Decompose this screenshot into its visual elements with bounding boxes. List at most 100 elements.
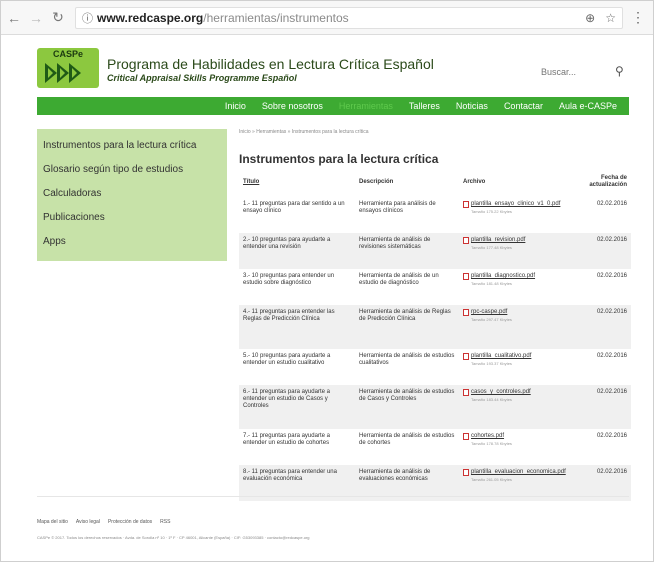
row-title: 2.- 10 preguntas para ayudarte a entende… xyxy=(243,237,331,250)
table-row: 1.- 11 preguntas para dar sentido a un e… xyxy=(239,197,631,233)
file-link[interactable]: plantilla_ensayo_clinico_v1_0.pdf xyxy=(471,201,560,208)
table-row: 4.- 11 preguntas para entender las Regla… xyxy=(239,305,631,349)
zoom-icon[interactable]: ⊕ xyxy=(585,11,595,25)
pdf-icon xyxy=(463,273,469,280)
footer-link-aviso-legal[interactable]: Aviso legal xyxy=(76,519,100,525)
row-date: 02.02.2016 xyxy=(596,433,627,439)
row-title: 1.- 11 preguntas para dar sentido a un e… xyxy=(243,201,345,214)
nav-item-talleres[interactable]: Talleres xyxy=(401,101,448,111)
file-size: Tamaño 178.78 Kbytes xyxy=(471,441,512,446)
footer-link-proteccion-datos[interactable]: Protección de datos xyxy=(108,519,152,525)
nav-item-contactar[interactable]: Contactar xyxy=(496,101,551,111)
file-size: Tamaño 183.44 Kbytes xyxy=(471,397,512,402)
nav-item-herramientas[interactable]: Herramientas xyxy=(331,101,401,111)
address-bar[interactable]: ⓘ www.redcaspe.org/herramientas/instrume… xyxy=(75,6,623,29)
file-link[interactable]: plantilla_cualitativo.pdf xyxy=(471,353,531,360)
row-file: plantilla_ensayo_clinico_v1_0.pdf Tamaño… xyxy=(459,197,577,233)
info-icon[interactable]: ⓘ xyxy=(82,10,93,26)
row-date: 02.02.2016 xyxy=(596,273,627,279)
pdf-icon xyxy=(463,389,469,396)
pdf-icon xyxy=(463,201,469,208)
browser-toolbar: ← → ↻ ⓘ www.redcaspe.org/herramientas/in… xyxy=(1,1,653,35)
site-title: Programa de Habilidades en Lectura Críti… xyxy=(107,56,434,72)
caspe-logo[interactable]: CASPe xyxy=(37,48,99,88)
bookmark-star-icon[interactable]: ☆ xyxy=(605,11,616,25)
row-title: 6.- 11 preguntas para ayudarte a entende… xyxy=(243,389,330,409)
table-row: 5.- 10 preguntas para ayudarte a entende… xyxy=(239,349,631,385)
row-description: Herramienta de análisis de un estudio de… xyxy=(359,273,439,286)
url-domain: www.redcaspe.org xyxy=(97,10,204,25)
footer-link-rss[interactable]: RSS xyxy=(160,519,170,525)
row-file: rpc-caspe.pdf Tamaño 297.47 Kbytes xyxy=(459,305,577,349)
logo-text: CASPe xyxy=(53,49,84,59)
column-header-titulo[interactable]: Título xyxy=(239,175,355,197)
row-date: 02.02.2016 xyxy=(596,353,627,359)
table-row: 2.- 10 preguntas para ayudarte a entende… xyxy=(239,233,631,269)
nav-item-sobre-nosotros[interactable]: Sobre nosotros xyxy=(254,101,331,111)
table-body: 1.- 11 preguntas para dar sentido a un e… xyxy=(239,197,631,501)
browser-menu-icon[interactable]: ⋮ xyxy=(631,9,645,26)
column-header-archivo: Archivo xyxy=(463,179,486,185)
file-size: Tamaño 297.47 Kbytes xyxy=(471,317,512,322)
back-arrow-icon[interactable]: ← xyxy=(5,9,23,27)
row-file: plantilla_cualitativo.pdf Tamaño 193.37 … xyxy=(459,349,577,385)
pdf-icon xyxy=(463,433,469,440)
main-nav: Inicio Sobre nosotros Herramientas Talle… xyxy=(37,97,629,115)
page-title: Instrumentos para la lectura crítica xyxy=(239,152,439,166)
sidebar-item-publicaciones[interactable]: Publicaciones xyxy=(37,211,227,235)
file-size: Tamaño 175.22 Kbytes xyxy=(471,209,512,214)
row-description: Herramienta de análisis de estudios cual… xyxy=(359,353,455,366)
table-row: 6.- 11 preguntas para ayudarte a entende… xyxy=(239,385,631,429)
row-file: cohortes.pdf Tamaño 178.78 Kbytes xyxy=(459,429,577,465)
table-header: Título Descripción Archivo Fecha de actu… xyxy=(239,175,631,197)
sidebar-item-calculadoras[interactable]: Calculadoras xyxy=(37,187,227,211)
row-date: 02.02.2016 xyxy=(596,389,627,395)
row-title: 5.- 10 preguntas para ayudarte a entende… xyxy=(243,353,331,366)
column-header-descripcion: Descripción xyxy=(359,179,394,185)
file-size: Tamaño 177.48 Kbytes xyxy=(471,245,512,250)
row-description: Herramienta de análisis de revisiones si… xyxy=(359,237,431,250)
file-size: Tamaño 261.05 Kbytes xyxy=(471,477,512,482)
file-size: Tamaño 193.37 Kbytes xyxy=(471,361,512,366)
pdf-icon xyxy=(463,237,469,244)
sidebar-item-apps[interactable]: Apps xyxy=(37,235,227,259)
file-link[interactable]: plantilla_revision.pdf xyxy=(471,237,525,244)
footer-links: Mapa del sitio Aviso legal Protección de… xyxy=(37,519,170,525)
nav-item-aula-ecaspe[interactable]: Aula e-CASPe xyxy=(551,101,625,111)
sidebar-item-instrumentos[interactable]: Instrumentos para la lectura crítica xyxy=(37,139,227,163)
row-title: 7.- 11 preguntas para ayudarte a entende… xyxy=(243,433,330,446)
breadcrumb: Inicio » Herramientas » Instrumentos par… xyxy=(239,129,369,135)
reload-icon[interactable]: ↻ xyxy=(49,9,67,27)
nav-item-inicio[interactable]: Inicio xyxy=(217,101,254,111)
pdf-icon xyxy=(463,469,469,476)
row-file: casos_y_controles.pdf Tamaño 183.44 Kbyt… xyxy=(459,385,577,429)
browser-window: ← → ↻ ⓘ www.redcaspe.org/herramientas/in… xyxy=(0,0,654,562)
footer-link-mapa[interactable]: Mapa del sitio xyxy=(37,519,68,525)
row-file: plantilla_revision.pdf Tamaño 177.48 Kby… xyxy=(459,233,577,269)
pdf-icon xyxy=(463,353,469,360)
search-icon[interactable]: ⚲ xyxy=(615,64,624,78)
row-file: plantilla_diagnostico.pdf Tamaño 181.48 … xyxy=(459,269,577,305)
sidebar: Instrumentos para la lectura crítica Glo… xyxy=(37,129,227,261)
table-row: 3.- 10 preguntas para entender un estudi… xyxy=(239,269,631,305)
row-description: Herramienta de análisis de estudios de C… xyxy=(359,389,455,402)
file-link[interactable]: casos_y_controles.pdf xyxy=(471,389,531,396)
file-link[interactable]: plantilla_diagnostico.pdf xyxy=(471,273,535,280)
site-subtitle: Critical Appraisal Skills Programme Espa… xyxy=(107,73,297,83)
sidebar-item-glosario[interactable]: Glosario según tipo de estudios xyxy=(37,163,227,187)
forward-arrow-icon[interactable]: → xyxy=(27,9,45,27)
site-header: CASPe Programa de Habilidades en Lectura… xyxy=(1,36,653,96)
file-link[interactable]: cohortes.pdf xyxy=(471,433,504,440)
footer-copyright: CASPe © 2017. Todos los derechos reserva… xyxy=(37,535,310,540)
file-size: Tamaño 181.48 Kbytes xyxy=(471,281,512,286)
nav-item-noticias[interactable]: Noticias xyxy=(448,101,496,111)
row-description: Herramienta de análisis de estudios de c… xyxy=(359,433,455,446)
column-header-fecha: Fecha de actualización xyxy=(589,175,627,188)
pdf-icon xyxy=(463,309,469,316)
file-link[interactable]: rpc-caspe.pdf xyxy=(471,309,507,316)
row-title: 3.- 10 preguntas para entender un estudi… xyxy=(243,273,335,286)
search-input[interactable] xyxy=(541,63,611,81)
file-link[interactable]: plantilla_evaluacion_economica.pdf xyxy=(471,469,566,476)
row-date: 02.02.2016 xyxy=(596,237,627,243)
footer-divider xyxy=(37,496,629,497)
